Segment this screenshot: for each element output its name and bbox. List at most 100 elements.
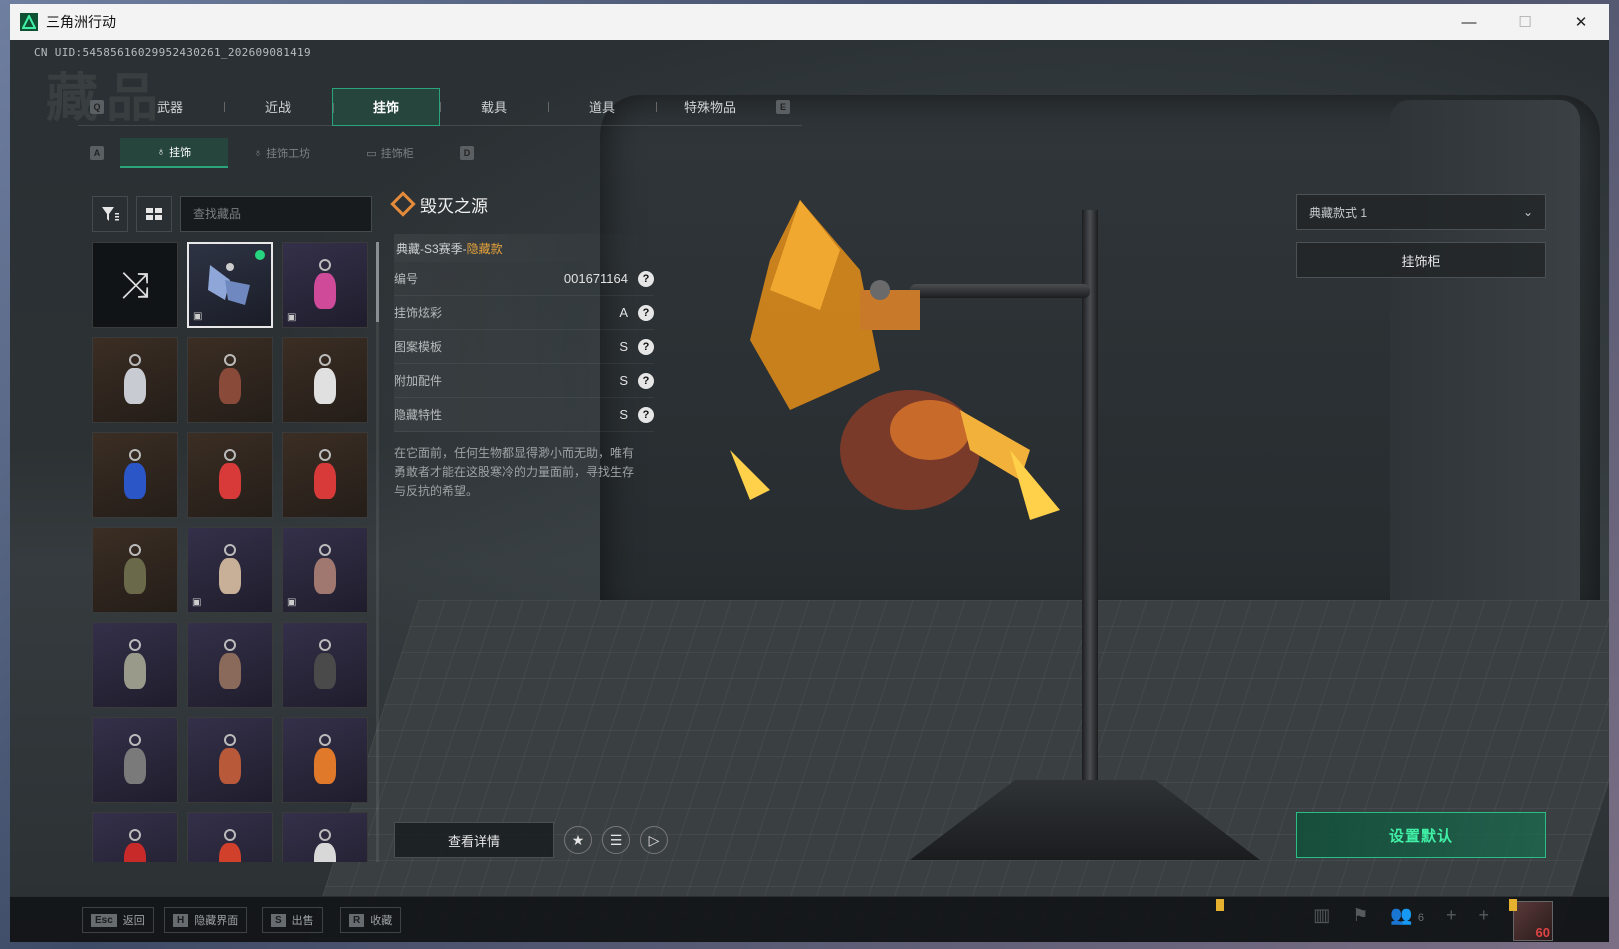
grid-item[interactable]: [282, 432, 368, 518]
charm-ring: [319, 734, 331, 746]
cutting-mat: [301, 600, 1609, 942]
charm-body: [314, 653, 336, 689]
grid-item[interactable]: [282, 622, 368, 708]
view-details-button[interactable]: 查看详情: [394, 822, 554, 858]
filter-button[interactable]: [92, 196, 128, 232]
charm-ring: [224, 734, 236, 746]
detail-row-value-group: S?: [619, 338, 654, 355]
item-detail-panel: 毁灭之源 典藏-S3赛季- 隐藏款 编号 001671164? 挂饰炫彩 A? …: [390, 188, 654, 501]
detail-row-label: 编号: [394, 272, 419, 286]
grid-item[interactable]: [92, 432, 178, 518]
charm-body: [124, 748, 146, 784]
tab-props[interactable]: 道具: [548, 88, 656, 126]
minimize-button[interactable]: —: [1441, 4, 1497, 40]
grid-item[interactable]: [187, 717, 273, 803]
tab-vehicles[interactable]: 载具: [440, 88, 548, 126]
help-icon[interactable]: ?: [638, 270, 654, 287]
tab-special-items[interactable]: 特殊物品: [656, 88, 764, 126]
grid-item[interactable]: [92, 717, 178, 803]
grid-item[interactable]: ▣: [282, 527, 368, 613]
charm-ring: [129, 449, 141, 461]
help-icon[interactable]: ?: [638, 338, 654, 355]
dragon-thumbnail-icon: [208, 263, 250, 305]
window-title: 三角洲行动: [46, 14, 116, 30]
charm-thumbnail-icon: [213, 354, 247, 406]
grid-item[interactable]: ▣: [282, 242, 368, 328]
friends-icon[interactable]: 👥 6: [1390, 905, 1424, 926]
charm-body: [314, 843, 336, 862]
tab-next-key[interactable]: E: [776, 99, 790, 114]
hint-sell[interactable]: S 出售: [262, 907, 323, 933]
subtab-charm-cabinet-label: 挂饰柜: [380, 148, 414, 160]
grid-item[interactable]: ▣: [187, 242, 273, 328]
help-icon[interactable]: ?: [638, 372, 654, 389]
grid-item[interactable]: [187, 432, 273, 518]
grid-item[interactable]: [187, 812, 273, 862]
grid-scrollbar-thumb[interactable]: [376, 242, 379, 322]
tab-weapons[interactable]: 武器: [116, 88, 224, 126]
cabinet-icon: ▭: [366, 147, 377, 160]
hint-favorite[interactable]: R 收藏: [340, 907, 402, 933]
help-icon[interactable]: ?: [638, 304, 654, 321]
subtab-prev-key[interactable]: A: [90, 146, 104, 160]
grid-item[interactable]: [282, 812, 368, 862]
subtab-next-key[interactable]: D: [460, 146, 474, 160]
hint-key: H: [173, 913, 189, 927]
subtab-charms[interactable]: ♁ 挂饰: [120, 138, 228, 168]
subtab-charm-workshop[interactable]: ♁ 挂饰工坊: [228, 138, 336, 168]
maximize-button[interactable]: ☐: [1497, 4, 1553, 40]
dragon-charm-model[interactable]: [730, 190, 1070, 570]
charm-ring: [224, 449, 236, 461]
add-slot-icon[interactable]: +: [1446, 905, 1457, 926]
grid-item[interactable]: [92, 622, 178, 708]
charm-body: [314, 558, 336, 594]
tab-melee[interactable]: 近战: [224, 88, 332, 126]
help-icon[interactable]: ?: [638, 406, 654, 423]
style-select[interactable]: 典藏款式 1 ⌄: [1296, 194, 1546, 230]
flag-icon[interactable]: ⚑: [1352, 905, 1368, 926]
tab-charms[interactable]: 挂饰: [332, 87, 440, 126]
filter-icon: [102, 207, 119, 221]
hint-back[interactable]: Esc 返回: [82, 907, 154, 933]
detail-row-value-group: A?: [619, 304, 654, 321]
set-default-button[interactable]: 设置默认: [1296, 812, 1546, 858]
grid-item[interactable]: [282, 337, 368, 423]
charm-ring: [319, 544, 331, 556]
list-icon[interactable]: ☰: [602, 826, 630, 854]
game-window: 三角洲行动 — ☐ ✕ CN UID:5458561602995243026​1…: [10, 4, 1609, 942]
grid-item[interactable]: [92, 527, 178, 613]
item-name: 毁灭之源: [420, 196, 488, 216]
charm-body: [219, 843, 241, 862]
tab-prev-key[interactable]: Q: [90, 99, 104, 114]
charm-ring: [224, 544, 236, 556]
stats-icon[interactable]: ▥: [1313, 905, 1330, 926]
grid-item[interactable]: ⤨: [92, 242, 178, 328]
add-slot-icon[interactable]: +: [1478, 905, 1489, 926]
charm-cabinet-button[interactable]: 挂饰柜: [1296, 242, 1546, 278]
charm-thumbnail-icon: [118, 734, 152, 786]
grid-item[interactable]: [92, 337, 178, 423]
detail-row-label: 挂饰炫彩: [394, 306, 443, 320]
play-icon[interactable]: ▷: [640, 826, 668, 854]
subtab-charm-cabinet[interactable]: ▭ 挂饰柜: [336, 138, 444, 168]
player-avatar[interactable]: 60: [1513, 901, 1553, 941]
search-input[interactable]: [180, 196, 372, 232]
favorite-star-icon[interactable]: ★: [564, 826, 592, 854]
grid-item[interactable]: [282, 717, 368, 803]
grid-item[interactable]: [187, 622, 273, 708]
grid-item[interactable]: [187, 337, 273, 423]
status-icons: ▥ ⚑ 👥 6 + +: [1313, 905, 1489, 926]
image-badge-icon: ▣: [193, 311, 203, 322]
grid-item[interactable]: ▣: [187, 527, 273, 613]
title-bar: 三角洲行动 — ☐ ✕: [10, 4, 1609, 40]
view-mode-button[interactable]: [136, 196, 172, 232]
image-badge-icon: ▣: [287, 597, 297, 608]
hint-label: 返回: [122, 915, 145, 927]
hint-hide-ui[interactable]: H 隐藏界面: [164, 907, 248, 933]
grid-item[interactable]: [92, 812, 178, 862]
category-tabs: Q 武器 近战 挂饰 载具 道具 特殊物品 E: [78, 87, 802, 126]
close-button[interactable]: ✕: [1553, 4, 1609, 40]
charm-thumbnail-icon: [118, 544, 152, 596]
grid-scrollbar-track[interactable]: [376, 242, 379, 862]
charm-ring: [224, 354, 236, 366]
